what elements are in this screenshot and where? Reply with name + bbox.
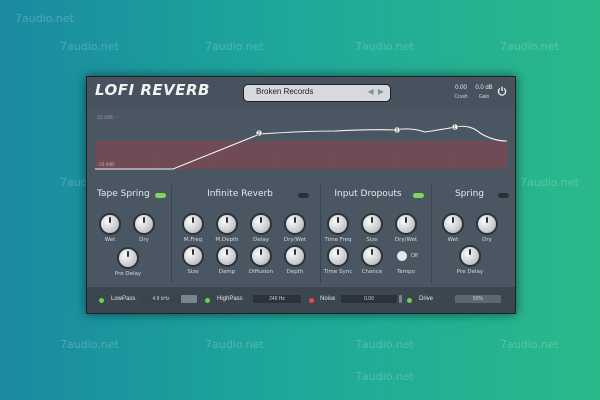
svg-text:3: 3 [395,128,398,134]
crush-label: Crush [454,94,468,100]
noise-led[interactable] [309,298,314,303]
watermark: 7audio.net [520,176,579,189]
watermark: 7audio.net [60,40,119,53]
reverb-drywet-label: Dry/Wet [283,237,307,243]
spring-toggle[interactable] [498,193,509,198]
watermark: 7audio.net [500,40,559,53]
watermark: 7audio.net [355,338,414,351]
graph-y-top-label: 15.0dB [97,115,114,121]
panel-spring: Spring Wet Dry Pre Delay [432,185,515,283]
plugin-header: LOFI REVERB Broken Records ◀ ▶ 0.00 Crus… [87,77,515,107]
highpass-value[interactable]: 249 Hz [253,295,301,303]
noise-slider[interactable] [399,295,402,303]
graph-y-bottom-label: -18.4dB [97,162,115,168]
noise-label: Noise [320,296,336,302]
preset-name: Broken Records [256,87,314,96]
crush-value[interactable]: 0.00 [449,85,473,91]
infinite-reverb-toggle[interactable] [298,193,309,198]
dropouts-drywet-label: Dry/Wet [394,237,418,243]
reverb-depth-knob[interactable] [286,247,304,265]
reverb-size-knob[interactable] [184,247,202,265]
gain-label: Gain [478,94,490,100]
preset-nav-arrows-icon[interactable]: ◀ ▶ [367,87,385,96]
lowpass-value[interactable]: 4.9 kHz [141,295,181,303]
reverb-depth-label: Depth [286,269,304,275]
reverb-damp-knob[interactable] [218,247,236,265]
panel-input-dropouts: Input Dropouts Time Freq Size Dry/Wet Ti… [321,185,432,283]
dropouts-size-knob[interactable] [363,215,381,233]
watermark: 7audio.net [355,370,414,383]
reverb-mdepth-knob[interactable] [218,215,236,233]
watermark: 7audio.net [500,338,559,351]
power-icon[interactable] [497,86,507,96]
plugin-logo: LOFI REVERB [95,81,210,99]
infinite-reverb-title: Infinite Reverb [207,189,273,199]
watermark: 7audio.net [205,40,264,53]
highpass-label: HighPass [217,296,243,302]
lofi-reverb-plugin: LOFI REVERB Broken Records ◀ ▶ 0.00 Crus… [86,76,516,314]
reverb-diffusion-knob[interactable] [252,247,270,265]
lowpass-slider[interactable] [181,295,197,303]
watermark: 7audio.net [355,40,414,53]
watermark: 7audio.net [205,338,264,351]
highpass-led[interactable] [205,298,210,303]
spring-dry-knob[interactable] [478,215,496,233]
tape-predelay-label: Pre Delay [114,271,142,277]
lowpass-led[interactable] [99,298,104,303]
drive-led[interactable] [407,298,412,303]
input-dropouts-title: Input Dropouts [334,189,402,199]
spring-dry-label: Dry [482,237,492,243]
bottom-bar: LowPass 4.9 kHz HighPass 249 Hz Noise 0.… [87,287,515,313]
gain-value[interactable]: 0.0 dB [472,85,496,91]
panel-tape-spring: Tape Spring Wet Dry Pre Delay [87,185,172,283]
reverb-drywet-knob[interactable] [286,215,304,233]
reverb-mfreq-knob[interactable] [184,215,202,233]
panel-infinite-reverb: Infinite Reverb M.Freq M.Depth Delay Dry… [172,185,321,283]
tempo-toggle[interactable] [397,251,407,261]
svg-text:1: 1 [453,125,456,131]
tape-spring-toggle[interactable] [155,193,166,198]
watermark: 7audio.net [15,12,74,25]
spring-predelay-knob[interactable] [461,247,479,265]
input-dropouts-toggle[interactable] [413,193,424,198]
svg-text:2: 2 [257,131,260,137]
reverb-delay-knob[interactable] [252,215,270,233]
tape-wet-knob[interactable] [101,215,119,233]
dropouts-chance-knob[interactable] [363,247,381,265]
tempo-label: Tempo [396,269,416,275]
eq-graph[interactable]: 15.0dB -18.4dB 2 3 1 [95,107,507,183]
tape-dry-knob[interactable] [135,215,153,233]
spring-predelay-label: Pre Delay [456,269,484,275]
dropouts-timefreq-knob[interactable] [329,215,347,233]
tape-dry-label: Dry [139,237,149,243]
drive-value[interactable]: 50% [455,295,501,303]
lowpass-label: LowPass [111,296,136,302]
tape-predelay-knob[interactable] [119,249,137,267]
dropouts-drywet-knob[interactable] [397,215,415,233]
spring-wet-knob[interactable] [444,215,462,233]
watermark: 7audio.net [60,338,119,351]
noise-value[interactable]: 0.00 [341,295,397,303]
tempo-state: Off [411,253,418,259]
dropouts-timesync-knob[interactable] [329,247,347,265]
drive-label: Drive [419,296,434,302]
preset-selector[interactable]: Broken Records ◀ ▶ [243,84,391,102]
